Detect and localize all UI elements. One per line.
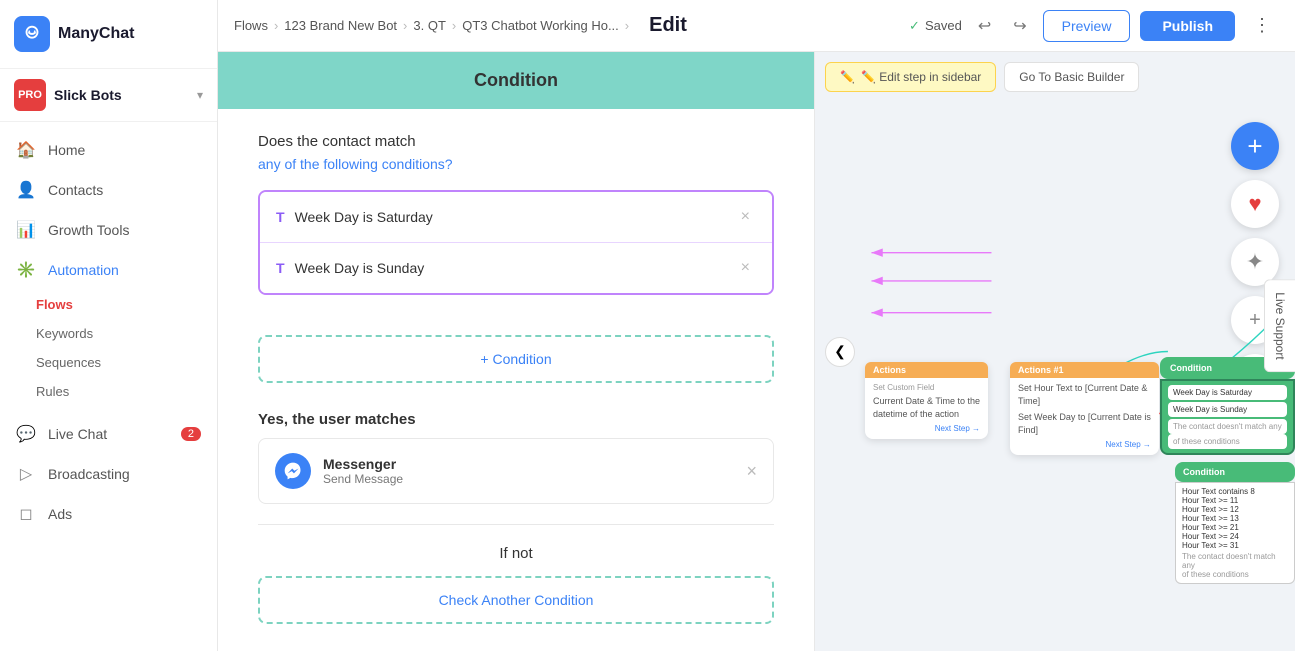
condition-panel: Condition Does the contact match any of … bbox=[218, 52, 815, 651]
breadcrumb-qt[interactable]: 3. QT bbox=[413, 18, 446, 33]
sidebar-item-automation-label: Automation bbox=[48, 262, 119, 278]
topbar: Flows › 123 Brand New Bot › 3. QT › QT3 … bbox=[218, 0, 1295, 52]
editor-area: Condition Does the contact match any of … bbox=[218, 52, 1295, 651]
nav-items: 🏠 Home 👤 Contacts 📊 Growth Tools ✳️ Auto… bbox=[0, 122, 217, 651]
ads-icon: ◻ bbox=[16, 504, 36, 524]
breadcrumb-chatbot[interactable]: QT3 Chatbot Working Ho... bbox=[462, 18, 619, 33]
chevron-down-icon: ▾ bbox=[197, 88, 203, 102]
check-another-condition-button[interactable]: Check Another Condition bbox=[258, 576, 774, 624]
panel-body: Does the contact match any of the follow… bbox=[218, 109, 814, 319]
messenger-action: Send Message bbox=[323, 472, 734, 486]
sidebar-item-home-label: Home bbox=[48, 142, 85, 158]
live-support-tab[interactable]: Live Support bbox=[1264, 279, 1295, 372]
messenger-name: Messenger bbox=[323, 456, 734, 472]
preview-button[interactable]: Preview bbox=[1043, 10, 1131, 42]
home-icon: 🏠 bbox=[16, 140, 36, 160]
node-content-actions-1: Set Custom Field Current Date & Time to … bbox=[873, 382, 980, 420]
panel-header: Condition bbox=[218, 52, 814, 109]
broadcasting-icon: ▷ bbox=[16, 464, 36, 484]
sidebar-item-rules[interactable]: Rules bbox=[0, 377, 217, 406]
sidebar-item-automation[interactable]: ✳️ Automation bbox=[0, 250, 217, 290]
sidebar-item-contacts[interactable]: 👤 Contacts bbox=[0, 170, 217, 210]
pencil-icon: ✏️ bbox=[840, 70, 855, 84]
divider bbox=[258, 524, 774, 525]
logo[interactable]: ManyChat bbox=[14, 16, 134, 52]
node-header-actions-1: Actions bbox=[865, 362, 988, 378]
condition-row-2: T Week Day is Sunday × bbox=[260, 243, 772, 293]
condition-row-1: T Week Day is Saturday × bbox=[260, 192, 772, 243]
add-condition-button[interactable]: + Condition bbox=[258, 335, 774, 383]
breadcrumb: Flows › 123 Brand New Bot › 3. QT › QT3 … bbox=[234, 18, 629, 33]
publish-button[interactable]: Publish bbox=[1140, 11, 1235, 41]
sidebar-item-contacts-label: Contacts bbox=[48, 182, 103, 198]
sidebar-item-live-chat[interactable]: 💬 Live Chat 2 bbox=[0, 414, 217, 454]
sidebar-item-sequences[interactable]: Sequences bbox=[0, 348, 217, 377]
condition-remove-1[interactable]: × bbox=[735, 206, 756, 228]
text-type-icon-1: T bbox=[276, 209, 285, 225]
yes-match-label: Yes, the user matches bbox=[258, 411, 774, 428]
undo-button[interactable]: ↩ bbox=[972, 12, 997, 40]
condition-box: T Week Day is Saturday × T Week Day is S… bbox=[258, 190, 774, 295]
go-basic-builder-button[interactable]: Go To Basic Builder bbox=[1004, 62, 1139, 92]
condition-text-2: Week Day is Sunday bbox=[295, 260, 735, 276]
page-title: Edit bbox=[649, 14, 687, 37]
messenger-box: Messenger Send Message × bbox=[258, 438, 774, 504]
if-not-label: If not bbox=[218, 545, 814, 562]
topbar-left: Flows › 123 Brand New Bot › 3. QT › QT3 … bbox=[234, 14, 687, 37]
contacts-icon: 👤 bbox=[16, 180, 36, 200]
condition-question: Does the contact match bbox=[258, 133, 774, 150]
messenger-info: Messenger Send Message bbox=[323, 456, 734, 486]
condition-link[interactable]: any of the following conditions? bbox=[258, 156, 453, 172]
account-section[interactable]: PRO Slick Bots ▾ bbox=[0, 69, 217, 122]
edit-sidebar-button[interactable]: ✏️ ✏️ Edit step in sidebar bbox=[825, 62, 996, 92]
saved-status: ✓ Saved bbox=[909, 18, 962, 34]
sidebar-item-growth-tools[interactable]: 📊 Growth Tools bbox=[0, 210, 217, 250]
favorites-button[interactable]: ♥ bbox=[1231, 180, 1279, 228]
account-name: Slick Bots bbox=[54, 87, 189, 103]
panel-title: Condition bbox=[474, 70, 558, 90]
condition-text-1: Week Day is Saturday bbox=[295, 209, 735, 225]
sidebar-item-keywords[interactable]: Keywords bbox=[0, 319, 217, 348]
live-chat-icon: 💬 bbox=[16, 424, 36, 444]
breadcrumb-bot[interactable]: 123 Brand New Bot bbox=[284, 18, 397, 33]
canvas-nav-left-button[interactable]: ❮ bbox=[825, 337, 855, 367]
sidebar-header: ManyChat bbox=[0, 0, 217, 69]
actions-node-2[interactable]: Actions #1 Set Hour Text to [Current Dat… bbox=[1010, 362, 1159, 455]
redo-button[interactable]: ↪ bbox=[1007, 12, 1032, 40]
growth-tools-icon: 📊 bbox=[16, 220, 36, 240]
condition-node-2[interactable]: Condition Hour Text contains 8 Hour Text… bbox=[1175, 462, 1295, 584]
sidebar-item-home[interactable]: 🏠 Home bbox=[0, 130, 217, 170]
sidebar-item-broadcasting-label: Broadcasting bbox=[48, 466, 130, 482]
flow-canvas[interactable]: ✏️ ✏️ Edit step in sidebar Go To Basic B… bbox=[815, 52, 1295, 651]
sidebar-item-flows[interactable]: Flows bbox=[0, 290, 217, 319]
actions-node-1[interactable]: Actions Set Custom Field Current Date & … bbox=[865, 362, 988, 439]
sidebar-item-broadcasting[interactable]: ▷ Broadcasting bbox=[0, 454, 217, 494]
more-options-button[interactable]: ⋮ bbox=[1245, 11, 1279, 40]
live-chat-badge: 2 bbox=[181, 427, 201, 441]
saved-label: Saved bbox=[925, 18, 962, 33]
messenger-remove-button[interactable]: × bbox=[746, 461, 757, 482]
condition-remove-2[interactable]: × bbox=[735, 257, 756, 279]
node-content-actions-2: Set Hour Text to [Current Date & Time] S… bbox=[1018, 382, 1151, 436]
sidebar-item-growth-tools-label: Growth Tools bbox=[48, 222, 129, 238]
check-icon: ✓ bbox=[909, 18, 920, 34]
breadcrumb-flows[interactable]: Flows bbox=[234, 18, 268, 33]
automation-sub-nav: Flows Keywords Sequences Rules bbox=[0, 290, 217, 406]
sidebar-item-ads[interactable]: ◻ Ads bbox=[0, 494, 217, 534]
text-type-icon-2: T bbox=[276, 260, 285, 276]
sidebar: ManyChat PRO Slick Bots ▾ 🏠 Home 👤 Conta… bbox=[0, 0, 218, 651]
sidebar-item-ads-label: Ads bbox=[48, 506, 72, 522]
logo-text: ManyChat bbox=[58, 25, 134, 43]
topbar-right: ✓ Saved ↩ ↪ Preview Publish ⋮ bbox=[909, 10, 1279, 42]
add-node-button[interactable]: + bbox=[1231, 122, 1279, 170]
avatar: PRO bbox=[14, 79, 46, 111]
node-header-actions-2: Actions #1 bbox=[1010, 362, 1159, 378]
automation-icon: ✳️ bbox=[16, 260, 36, 280]
main-content: Flows › 123 Brand New Bot › 3. QT › QT3 … bbox=[218, 0, 1295, 651]
canvas-top-actions: ✏️ ✏️ Edit step in sidebar Go To Basic B… bbox=[825, 62, 1139, 92]
logo-icon bbox=[14, 16, 50, 52]
sidebar-item-live-chat-label: Live Chat bbox=[48, 426, 107, 442]
messenger-icon bbox=[275, 453, 311, 489]
